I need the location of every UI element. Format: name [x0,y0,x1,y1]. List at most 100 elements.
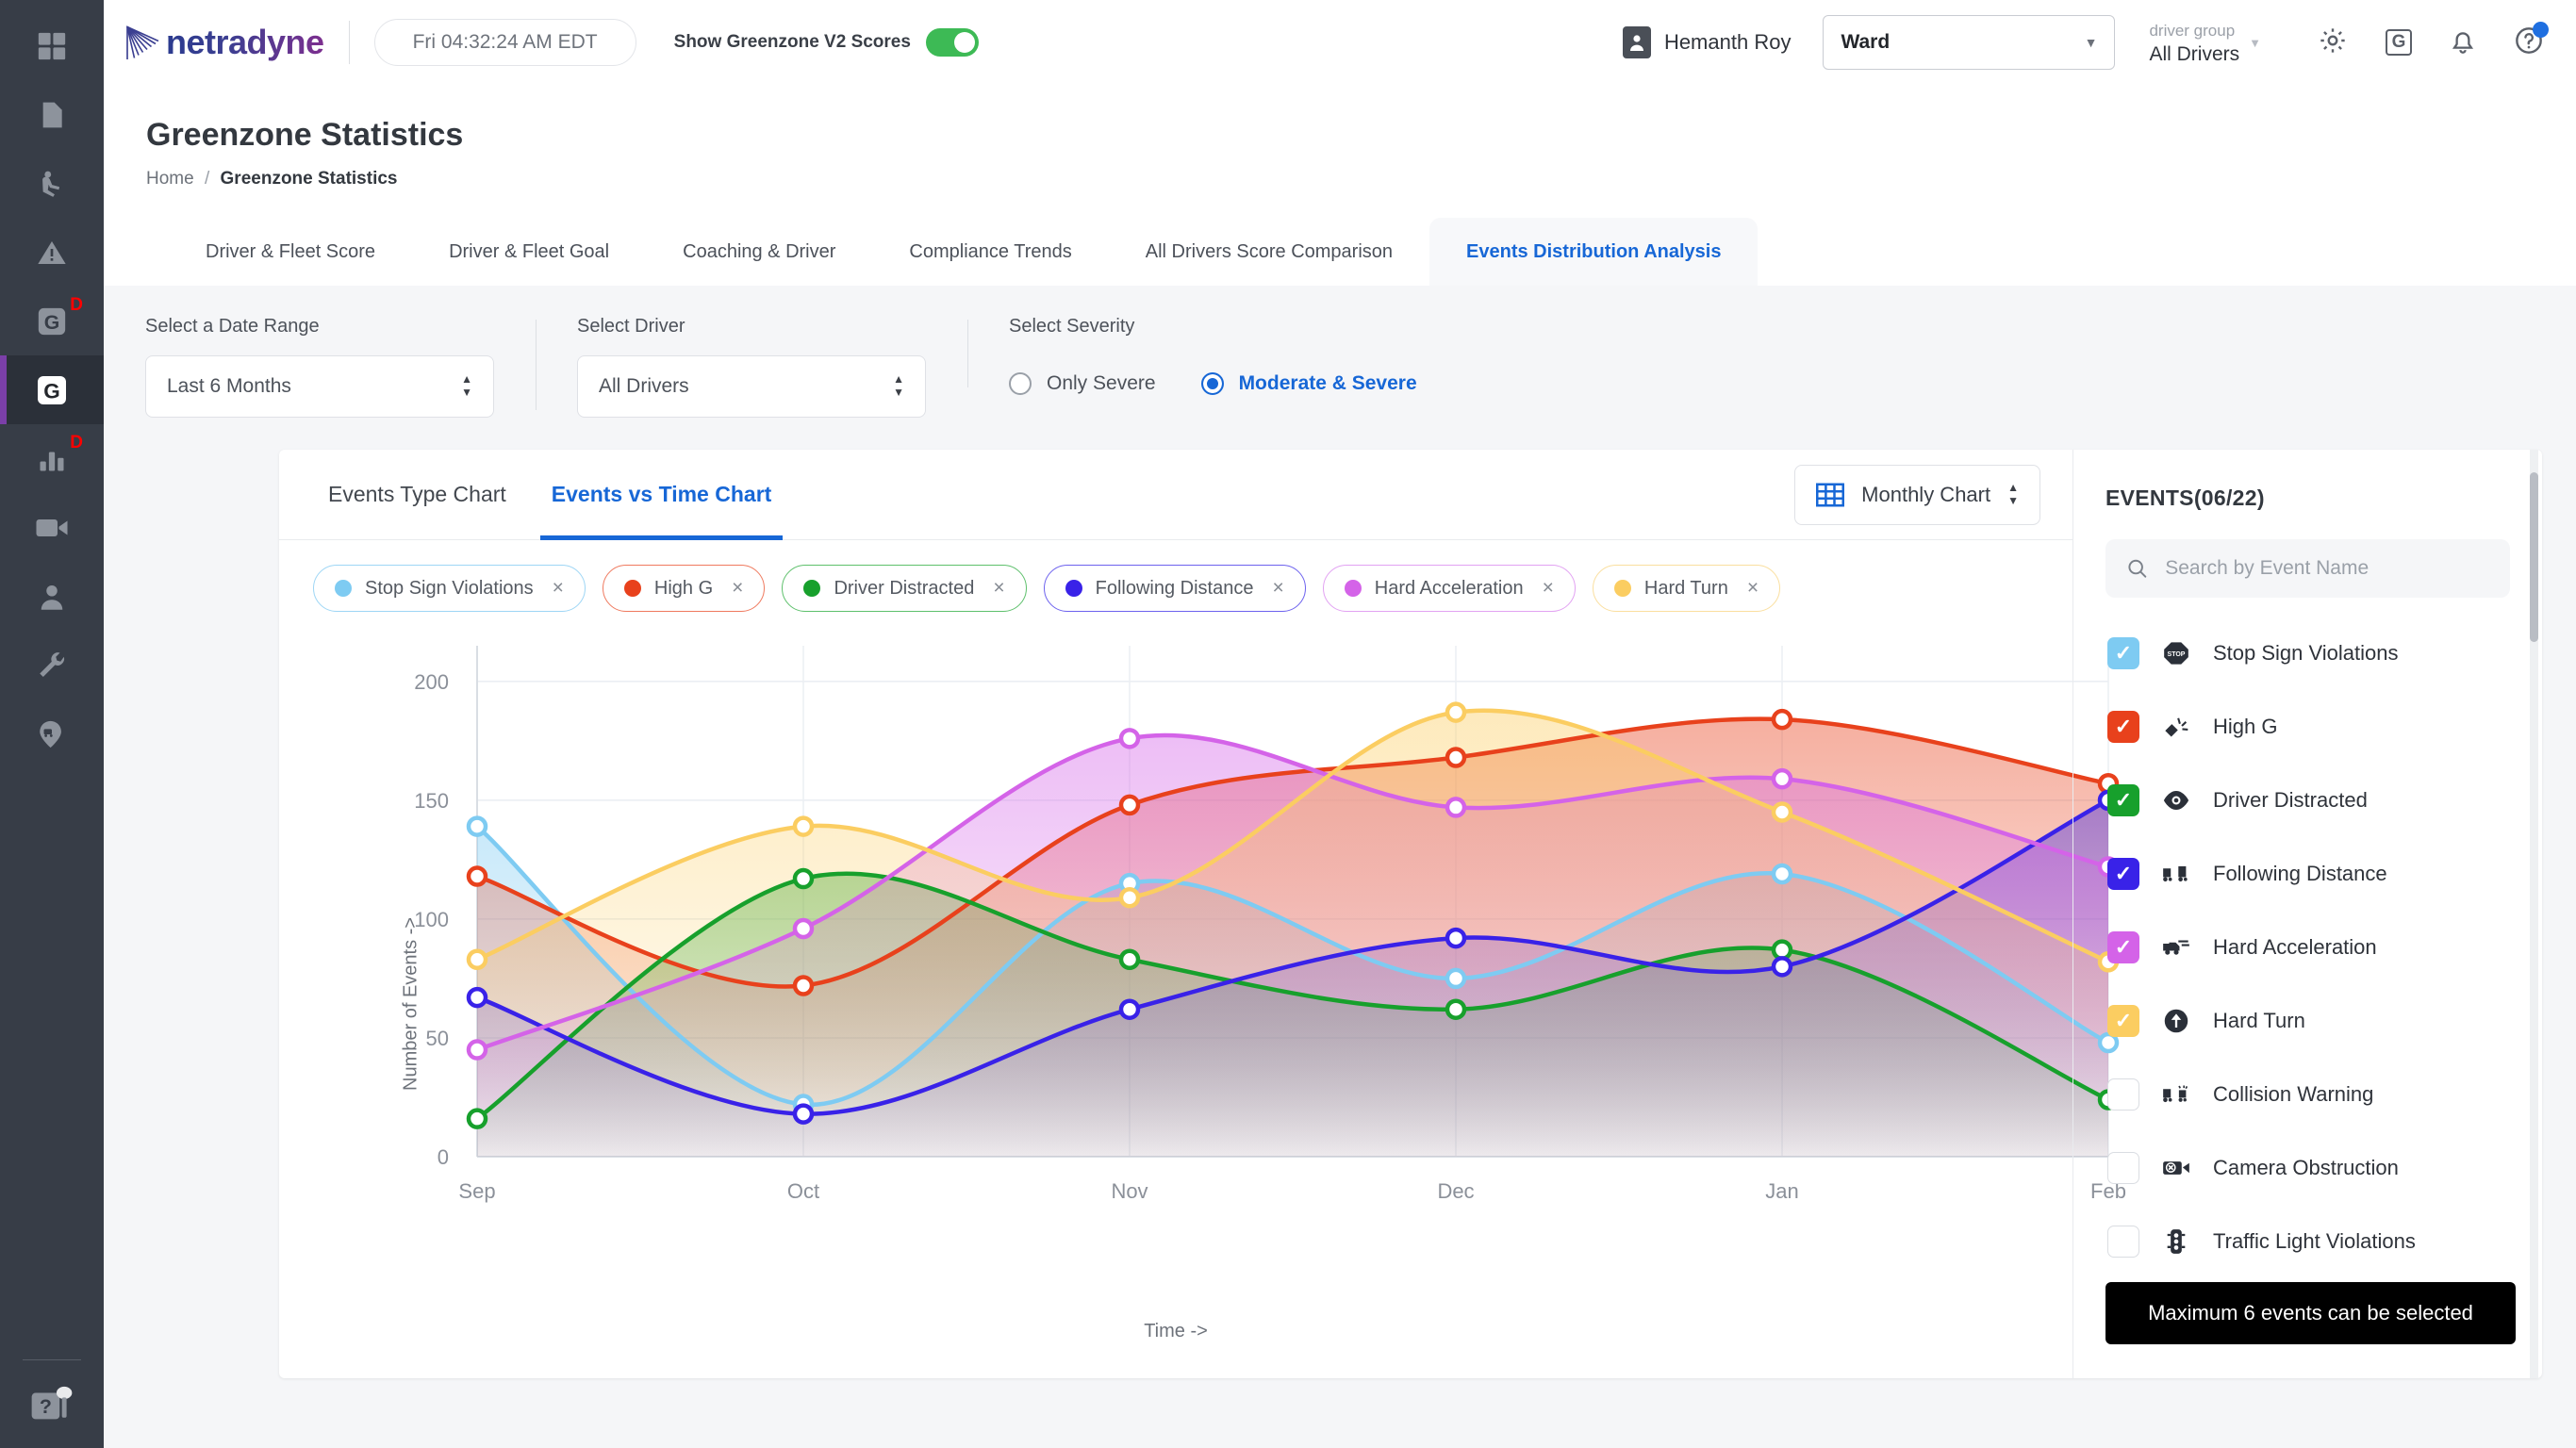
events-panel-title: EVENTS(06/22) [2105,485,2265,510]
search-input[interactable] [2165,557,2489,580]
severity-label: Select Severity [1009,316,1135,337]
close-icon[interactable]: × [993,577,1004,600]
chip-label: Following Distance [1095,577,1254,599]
event-item-hard-acceleration[interactable]: ✓ Hard Acceleration [2073,911,2542,984]
bell-icon[interactable] [2450,25,2476,60]
sidebar-item-maintenance[interactable] [0,631,104,699]
greenzone-toggle[interactable]: Show Greenzone V2 Scores [674,28,979,57]
event-item-stop-sign-violations[interactable]: ✓ STOP Stop Sign Violations [2073,617,2542,690]
eye-icon [2160,788,2192,813]
chip-label: Hard Turn [1643,577,1728,599]
checkbox[interactable]: ✓ [2107,931,2139,963]
events-vs-time-chart[interactable]: Number of Events -> Time -> 0 50 100 150 200… [279,629,2126,1378]
svg-text:Nov: Nov [1111,1179,1148,1203]
granularity-select[interactable]: Monthly Chart ▲ ▼ [1794,464,2040,525]
radio-circle-icon [1009,372,1032,395]
event-label: High G [2213,715,2278,738]
close-icon[interactable]: × [1272,577,1283,600]
events-panel: EVENTS(06/22) ✓ STOP Stop Sign Violation… [2072,450,2542,1378]
driver-icon [42,171,60,197]
sidebar-item-alerts[interactable] [0,218,104,287]
rail-badge-d: D [70,295,83,315]
checkbox[interactable]: ✓ [2107,1005,2139,1037]
checkbox[interactable]: ✓ [2107,784,2139,816]
checkbox[interactable] [2107,1078,2139,1111]
tab-driver-fleet-goal[interactable]: Driver & Fleet Goal [412,218,646,286]
sidebar-item-video[interactable] [0,493,104,562]
svg-text:?: ? [40,1395,52,1418]
chip-hard-acceleration[interactable]: Hard Acceleration × [1322,565,1576,612]
event-item-following-distance[interactable]: ✓ Following Distance [2073,837,2542,911]
checkbox[interactable] [2107,1152,2139,1184]
close-icon[interactable]: × [732,577,743,600]
event-item-collision-warning[interactable]: Collision Warning [2073,1058,2542,1131]
checkbox[interactable]: ✓ [2107,711,2139,743]
driver-group-select[interactable]: driver group All Drivers ▼ [2149,19,2261,66]
date-range-select[interactable]: Last 6 Months ▲ ▼ [145,355,494,418]
sidebar-item-greenzone-v2[interactable]: G [0,355,104,424]
event-item-camera-obstruction[interactable]: Camera Obstruction [2073,1131,2542,1205]
page-body: Greenzone Statistics Home / Greenzone St… [104,85,2576,1448]
chip-hard-turn[interactable]: Hard Turn × [1592,565,1781,612]
chart-canvas: 050100150200Sep Oct Nov Dec Jan Feb [414,646,2126,1203]
g-icon[interactable]: G [2386,29,2412,56]
help-button[interactable]: ? [30,1385,74,1427]
event-label: Driver Distracted [2213,788,2368,812]
radio-only-severe[interactable]: Only Severe [1009,372,1156,395]
tab-driver-fleet-score[interactable]: Driver & Fleet Score [169,218,412,286]
radio-only-severe-label: Only Severe [1047,372,1156,394]
help-icon[interactable] [2514,21,2549,60]
left-nav-rail: D G G D ? [0,0,104,1448]
sidebar-item-reports[interactable] [0,80,104,149]
chip-stop-sign-violations[interactable]: Stop Sign Violations × [313,565,586,612]
chip-label: High G [653,577,714,599]
chip-color-dot [803,580,821,597]
radio-moderate-severe[interactable]: Moderate & Severe [1200,372,1417,395]
event-label: Traffic Light Violations [2213,1229,2416,1253]
vehicle-location-icon [40,720,61,748]
breadcrumb: Home / Greenzone Statistics [146,169,2576,189]
date-range-value: Last 6 Months [167,375,291,397]
page-header: Greenzone Statistics Home / Greenzone St… [104,85,2576,286]
svg-text:Oct: Oct [787,1179,819,1203]
event-item-high-g[interactable]: ✓ High G [2073,690,2542,764]
g-badge-icon: G [38,375,66,404]
user-profile[interactable]: Hemanth Roy [1622,26,1791,58]
tab-events-vs-time-chart[interactable]: Events vs Time Chart [529,450,795,540]
tab-events-distribution-analysis[interactable]: Events Distribution Analysis [1429,218,1759,286]
brand-logo[interactable]: netradyne [123,23,324,62]
close-icon[interactable]: × [1747,577,1759,600]
ward-select[interactable]: Ward ▼ [1823,15,2116,70]
tab-coaching-driver[interactable]: Coaching & Driver [646,218,872,286]
checkbox[interactable]: ✓ [2107,637,2139,669]
greenzone-toggle-switch[interactable] [925,28,979,57]
brand-name: netradyne [166,23,324,61]
chip-driver-distracted[interactable]: Driver Distracted × [782,565,1027,612]
event-search[interactable] [2105,539,2510,598]
close-icon[interactable]: × [1543,577,1554,600]
sidebar-item-analytics[interactable]: D [0,424,104,493]
breadcrumb-home[interactable]: Home [146,169,194,189]
close-icon[interactable]: × [553,577,564,600]
camera-obstruction-icon [2160,1157,2192,1179]
gear-icon[interactable] [2318,25,2348,60]
tab-compliance-trends[interactable]: Compliance Trends [872,218,1108,286]
chip-high-g[interactable]: High G × [602,565,766,612]
event-item-driver-distracted[interactable]: ✓ Driver Distracted [2073,764,2542,837]
sidebar-item-drivers[interactable] [0,562,104,631]
tab-events-type-chart[interactable]: Events Type Chart [305,450,529,540]
event-item-traffic-light-violations[interactable]: Traffic Light Violations [2073,1205,2542,1278]
checkbox[interactable]: ✓ [2107,858,2139,890]
driver-select[interactable]: All Drivers ▲ ▼ [577,355,926,418]
search-icon [2128,559,2147,578]
chip-following-distance[interactable]: Following Distance × [1043,565,1306,612]
sidebar-item-driver-seat[interactable] [0,149,104,218]
event-item-hard-turn[interactable]: ✓ Hard Turn [2073,984,2542,1058]
svg-text:0: 0 [438,1145,449,1169]
sidebar-item-greenzone-v1[interactable]: D G [0,287,104,355]
checkbox[interactable] [2107,1226,2139,1258]
sidebar-item-dashboard[interactable] [0,11,104,80]
driver-label: Select Driver [577,316,685,337]
sidebar-item-fleet-tracking[interactable] [0,699,104,768]
tab-all-drivers-score-comparison[interactable]: All Drivers Score Comparison [1109,218,1429,286]
